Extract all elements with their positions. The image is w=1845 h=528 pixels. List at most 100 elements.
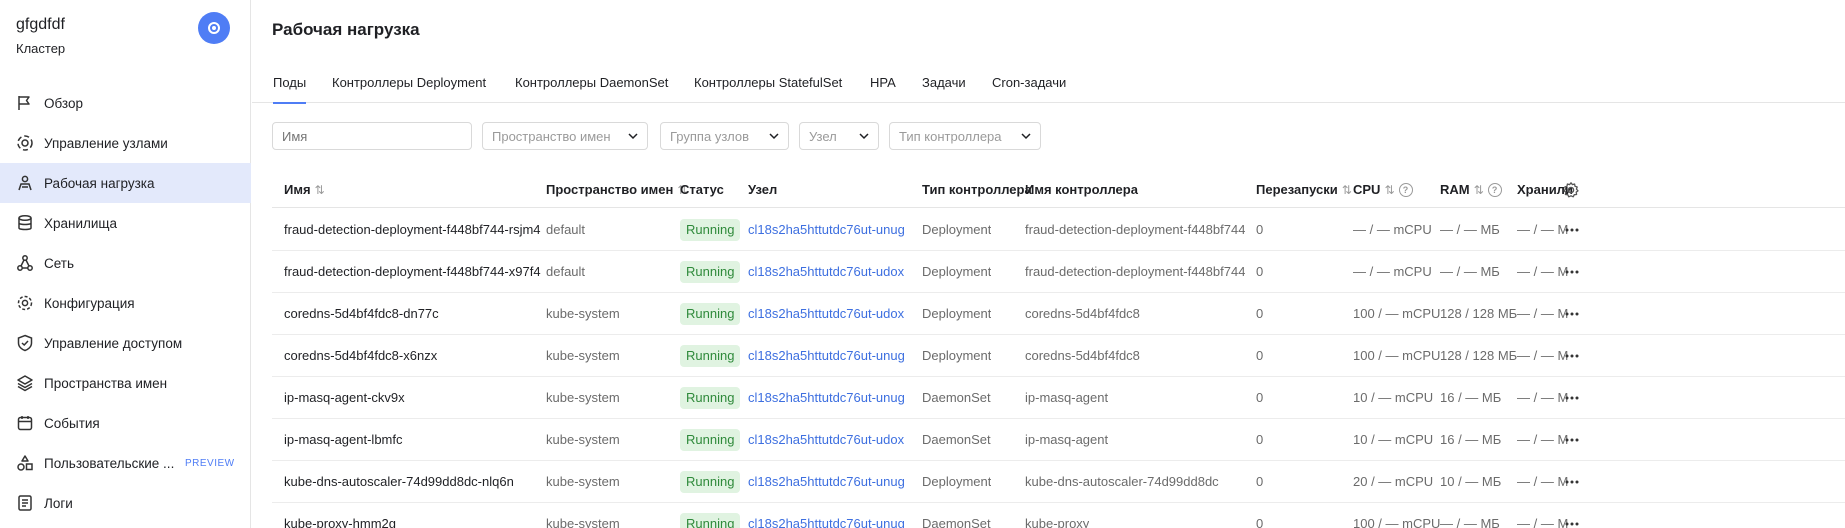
pod-name[interactable]: coredns-5d4bf4fdc8-x6nzx bbox=[284, 348, 437, 363]
shapes-icon bbox=[16, 454, 34, 472]
sidebar-item-gear[interactable]: Конфигурация bbox=[0, 283, 251, 323]
sidebar-item-shapes[interactable]: Пользовательские ... PREVIEW bbox=[0, 443, 251, 483]
ram-usage: — / — МБ bbox=[1440, 516, 1500, 528]
col-cpu[interactable]: CPU ⇅? bbox=[1353, 182, 1413, 197]
restarts-count: 0 bbox=[1256, 516, 1264, 528]
controller-type-select-label: Тип контроллера bbox=[899, 128, 1002, 144]
tab-daemonsets[interactable]: Контроллеры DaemonSet bbox=[515, 75, 668, 103]
help-icon[interactable]: ? bbox=[1487, 182, 1502, 197]
sidebar-item-network[interactable]: Сеть bbox=[0, 243, 251, 283]
node-link[interactable]: cl18s2ha5httutdc76ut-udox bbox=[748, 432, 904, 447]
chevron-down-icon bbox=[1021, 133, 1031, 140]
sidebar-item-label: Хранилища bbox=[44, 215, 118, 231]
pod-name[interactable]: kube-dns-autoscaler-74d99dd8dc-nlq6n bbox=[284, 474, 514, 489]
controller-type-select[interactable]: Тип контроллера bbox=[889, 122, 1041, 150]
node-link[interactable]: cl18s2ha5httutdc76ut-udox bbox=[748, 306, 904, 321]
sort-icon[interactable]: ⇅ bbox=[1384, 183, 1394, 197]
node-link[interactable]: cl18s2ha5httutdc76ut-unug bbox=[748, 516, 905, 528]
ram-usage: — / — МБ bbox=[1440, 222, 1500, 237]
col-name[interactable]: Имя ⇅ bbox=[284, 182, 325, 197]
col-name-label: Имя bbox=[284, 182, 311, 197]
row-actions-more-icon[interactable] bbox=[1562, 262, 1582, 282]
controller-name: kube-dns-autoscaler-74d99dd8dc bbox=[1025, 474, 1219, 489]
database-icon bbox=[16, 214, 34, 232]
nodes-icon bbox=[16, 134, 34, 152]
table-row[interactable]: coredns-5d4bf4fdc8-dn77c kube-system Runni… bbox=[272, 293, 1845, 335]
row-actions-more-icon[interactable] bbox=[1562, 388, 1582, 408]
node-select[interactable]: Узел bbox=[799, 122, 879, 150]
col-restarts[interactable]: Перезапуски ⇅ bbox=[1256, 182, 1352, 197]
sidebar-item-nodes[interactable]: Управление узлами bbox=[0, 123, 251, 163]
sidebar-item-workload[interactable]: Рабочая нагрузка bbox=[0, 163, 251, 203]
help-icon[interactable]: ? bbox=[1398, 182, 1413, 197]
tab-statefulsets[interactable]: Контроллеры StatefulSet bbox=[694, 75, 842, 103]
status-badge: Running bbox=[680, 471, 741, 493]
node-group-select[interactable]: Группа узлов bbox=[660, 122, 789, 150]
table-row[interactable]: ip-masq-agent-lbmfc kube-system Running cl1… bbox=[272, 419, 1845, 461]
row-actions-more-icon[interactable] bbox=[1562, 472, 1582, 492]
pod-name[interactable]: coredns-5d4bf4fdc8-dn77c bbox=[284, 306, 439, 321]
pod-name[interactable]: fraud-detection-deployment-f448bf744-x97… bbox=[284, 264, 541, 279]
pod-namespace: kube-system bbox=[546, 390, 620, 405]
cpu-usage: 20 / — mCPU bbox=[1353, 474, 1434, 489]
sidebar-item-shield[interactable]: Управление доступом bbox=[0, 323, 251, 363]
table-row[interactable]: kube-dns-autoscaler-74d99dd8dc-nlq6n kube… bbox=[272, 461, 1845, 503]
status-badge: Running bbox=[680, 303, 741, 325]
table-settings-gear-icon[interactable] bbox=[1562, 181, 1580, 199]
tab-deployments[interactable]: Контроллеры Deployment bbox=[332, 75, 486, 103]
namespace-select[interactable]: Пространство имен bbox=[482, 122, 648, 150]
chevron-down-icon bbox=[769, 133, 779, 140]
sort-icon[interactable]: ⇅ bbox=[1474, 183, 1484, 197]
row-actions-more-icon[interactable] bbox=[1562, 346, 1582, 366]
cluster-name: gfgdfdf bbox=[16, 16, 65, 33]
node-link[interactable]: cl18s2ha5httutdc76ut-udox bbox=[748, 264, 904, 279]
node-link[interactable]: cl18s2ha5httutdc76ut-unug bbox=[748, 474, 905, 489]
pod-name[interactable]: kube-proxy-hmm2g bbox=[284, 516, 396, 528]
col-restarts-label: Перезапуски bbox=[1256, 182, 1338, 197]
restarts-count: 0 bbox=[1256, 390, 1264, 405]
node-link[interactable]: cl18s2ha5httutdc76ut-unug bbox=[748, 390, 905, 405]
sidebar: gfgdfdf Кластер Обзор Управление узлами Ра… bbox=[0, 0, 251, 528]
collapse-circle-icon[interactable] bbox=[198, 12, 230, 44]
sidebar-item-flag[interactable]: Обзор bbox=[0, 83, 251, 123]
logs-icon bbox=[16, 494, 34, 512]
table-row[interactable]: fraud-detection-deployment-f448bf744-x97… bbox=[272, 251, 1845, 293]
pod-namespace: kube-system bbox=[546, 432, 620, 447]
pod-name[interactable]: ip-masq-agent-lbmfc bbox=[284, 432, 403, 447]
col-namespace[interactable]: Пространство имен ⇅ bbox=[546, 182, 687, 197]
col-status-label: Статус bbox=[680, 182, 724, 197]
sort-icon[interactable]: ⇅ bbox=[1342, 183, 1352, 197]
chevron-down-icon bbox=[859, 133, 869, 140]
main-content: Рабочая нагрузка Поды Контроллеры Deploy… bbox=[252, 0, 1845, 528]
cpu-usage: — / — mCPU bbox=[1353, 222, 1432, 237]
controller-name: coredns-5d4bf4fdc8 bbox=[1025, 306, 1140, 321]
pod-name[interactable]: fraud-detection-deployment-f448bf744-rsj… bbox=[284, 222, 541, 237]
status-badge: Running bbox=[680, 387, 741, 409]
pod-name[interactable]: ip-masq-agent-ckv9x bbox=[284, 390, 405, 405]
row-actions-more-icon[interactable] bbox=[1562, 430, 1582, 450]
table-row[interactable]: fraud-detection-deployment-f448bf744-rsj… bbox=[272, 209, 1845, 251]
name-filter-input[interactable] bbox=[272, 122, 472, 150]
sidebar-item-database[interactable]: Хранилища bbox=[0, 203, 251, 243]
tab-cronjobs[interactable]: Cron-задачи bbox=[992, 75, 1066, 103]
chevron-down-icon bbox=[628, 133, 638, 140]
tab-jobs[interactable]: Задачи bbox=[922, 75, 966, 103]
sidebar-item-layers[interactable]: Пространства имен bbox=[0, 363, 251, 403]
node-link[interactable]: cl18s2ha5httutdc76ut-unug bbox=[748, 222, 905, 237]
sidebar-item-label: События bbox=[44, 415, 100, 431]
table-row[interactable]: coredns-5d4bf4fdc8-x6nzx kube-system Runni… bbox=[272, 335, 1845, 377]
sort-icon[interactable]: ⇅ bbox=[315, 183, 325, 197]
table-row[interactable]: kube-proxy-hmm2g kube-system Running cl18s2… bbox=[272, 503, 1845, 528]
pod-namespace: kube-system bbox=[546, 474, 620, 489]
cpu-usage: 10 / — mCPU bbox=[1353, 432, 1434, 447]
table-row[interactable]: ip-masq-agent-ckv9x kube-system Running cl1… bbox=[272, 377, 1845, 419]
row-actions-more-icon[interactable] bbox=[1562, 304, 1582, 324]
row-actions-more-icon[interactable] bbox=[1562, 220, 1582, 240]
sidebar-item-calendar[interactable]: События bbox=[0, 403, 251, 443]
tab-pods[interactable]: Поды bbox=[273, 75, 307, 104]
tab-hpa[interactable]: HPA bbox=[870, 75, 896, 103]
node-link[interactable]: cl18s2ha5httutdc76ut-unug bbox=[748, 348, 905, 363]
row-actions-more-icon[interactable] bbox=[1562, 514, 1582, 528]
sidebar-item-logs[interactable]: Логи bbox=[0, 483, 251, 523]
col-ram[interactable]: RAM ⇅? bbox=[1440, 182, 1502, 197]
